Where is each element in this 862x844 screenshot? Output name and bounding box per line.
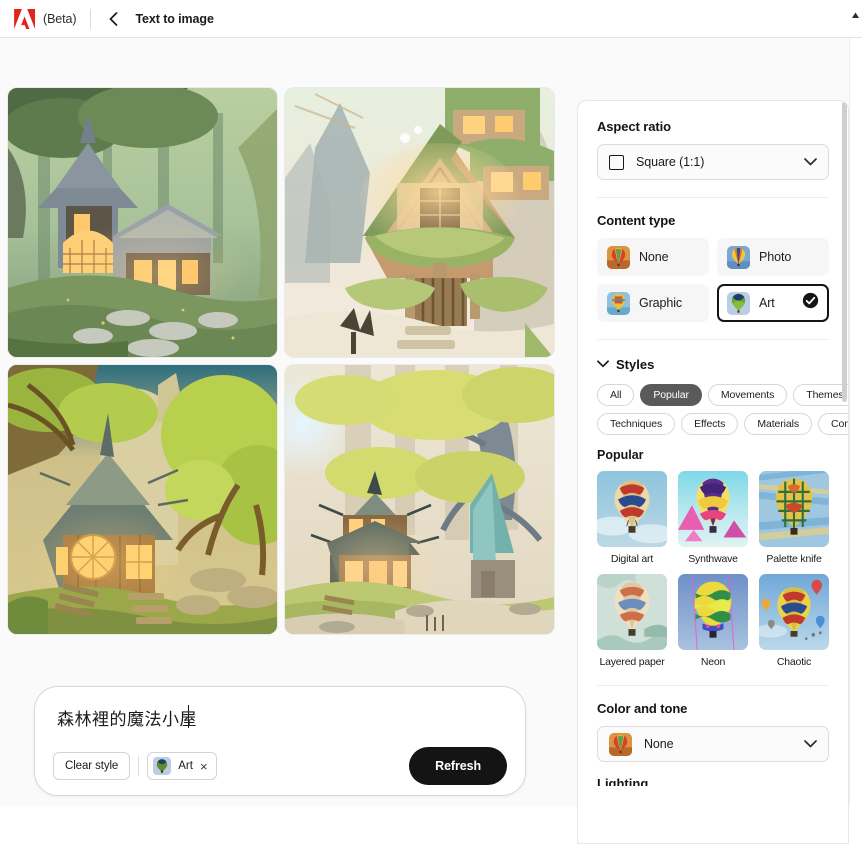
chevron-down-icon	[804, 735, 817, 753]
style-label-layered-paper: Layered paper	[599, 656, 665, 668]
lighting-title: Lighting	[597, 776, 649, 786]
panel-divider-3	[597, 685, 829, 686]
style-thumbnail-synthwave	[678, 471, 748, 547]
content-type-photo[interactable]: Photo	[717, 238, 829, 276]
styles-filter-all[interactable]: All	[597, 384, 635, 406]
panel-divider-2	[597, 339, 829, 340]
styles-filter-techniques[interactable]: Techniques	[597, 413, 676, 435]
style-label-synthwave: Synthwave	[688, 553, 738, 565]
chevron-down-icon	[804, 153, 817, 171]
generated-image-2[interactable]	[285, 88, 554, 357]
beta-label: (Beta)	[43, 11, 77, 26]
aspect-ratio-dropdown[interactable]: Square (1:1)	[597, 144, 829, 180]
content-type-grid: None Photo Graphic Art	[597, 238, 829, 322]
style-layered-paper[interactable]: Layered paper	[597, 574, 667, 668]
aspect-ratio-title: Aspect ratio	[597, 119, 671, 134]
adobe-logo	[14, 8, 36, 29]
panel-divider-1	[597, 197, 829, 198]
clear-style-button[interactable]: Clear style	[53, 752, 131, 780]
style-chip-thumbnail	[153, 757, 172, 775]
color-and-tone-title: Color and tone	[597, 701, 688, 716]
style-label-neon: Neon	[700, 656, 726, 668]
styles-group-title: Popular	[597, 448, 644, 462]
styles-filter-themes[interactable]: Themes	[793, 384, 848, 406]
style-chip-label: Art	[178, 760, 193, 772]
content-type-art[interactable]: Art	[717, 284, 829, 322]
window-scrollbar[interactable]	[849, 38, 862, 806]
balloon-thumbnail-color-tone	[609, 732, 632, 756]
styles-filter-effects[interactable]: Effects	[681, 413, 739, 435]
style-label-palette-knife: Palette knife	[766, 553, 822, 565]
refresh-button[interactable]: Refresh	[409, 747, 507, 785]
header-divider	[90, 8, 92, 29]
check-circle-icon	[802, 292, 819, 314]
generated-image-3[interactable]	[8, 365, 277, 634]
balloon-thumbnail-art	[727, 291, 750, 315]
balloon-thumbnail-none	[607, 245, 630, 269]
styles-filter-popular[interactable]: Popular	[640, 384, 702, 406]
chip-divider	[138, 756, 140, 776]
balloon-thumbnail-photo	[727, 245, 750, 269]
styles-title: Styles	[616, 356, 655, 372]
styles-grid: Digital art Synthwave Palette knife Laye…	[597, 471, 829, 668]
style-palette-knife[interactable]: Palette knife	[759, 471, 829, 565]
scroll-up-icon[interactable]	[849, 8, 862, 22]
content-type-photo-label: Photo	[759, 250, 792, 264]
style-thumbnail-palette-knife	[759, 471, 829, 547]
style-neon[interactable]: Neon	[678, 574, 748, 668]
style-thumbnail-chaotic	[759, 574, 829, 650]
page-body: 森林裡的魔法小屋 Clear style Art × Refresh Aspec…	[0, 38, 849, 844]
balloon-thumbnail-graphic	[607, 291, 630, 315]
styles-filter-movements[interactable]: Movements	[707, 384, 788, 406]
prompt-controls: Clear style Art × Refresh	[53, 747, 507, 785]
close-icon[interactable]: ×	[200, 760, 208, 773]
style-thumbnail-digital-art	[597, 471, 667, 547]
chevron-left-icon	[109, 11, 118, 26]
style-digital-art[interactable]: Digital art	[597, 471, 667, 565]
app-header: (Beta) Text to image	[0, 0, 862, 38]
content-type-title: Content type	[597, 213, 676, 228]
style-chaotic[interactable]: Chaotic	[759, 574, 829, 668]
text-cursor	[188, 705, 189, 728]
prompt-bar[interactable]: 森林裡的魔法小屋 Clear style Art × Refresh	[34, 686, 526, 796]
settings-panel: Aspect ratio Square (1:1) Content type N…	[577, 100, 849, 844]
style-label-chaotic: Chaotic	[776, 656, 812, 668]
styles-filter-materials[interactable]: Materials	[744, 413, 813, 435]
generated-image-1[interactable]	[8, 88, 277, 357]
style-synthwave[interactable]: Synthwave	[678, 471, 748, 565]
style-thumbnail-layered-paper	[597, 574, 667, 650]
style-thumbnail-neon	[678, 574, 748, 650]
content-type-none[interactable]: None	[597, 238, 709, 276]
chevron-down-icon	[597, 355, 609, 373]
content-type-none-label: None	[639, 250, 669, 264]
content-type-art-label: Art	[759, 296, 775, 310]
square-icon	[609, 154, 624, 170]
generated-image-4[interactable]	[285, 365, 554, 634]
back-button[interactable]	[104, 9, 122, 29]
aspect-ratio-value: Square (1:1)	[636, 155, 705, 169]
panel-scrollbar[interactable]	[842, 102, 847, 843]
styles-filter-row-2: Techniques Effects Materials Concepts	[597, 413, 848, 435]
panel-scrollbar-thumb[interactable]	[842, 102, 847, 402]
color-and-tone-value: None	[644, 737, 674, 751]
prompt-input[interactable]: 森林裡的魔法小屋	[57, 705, 197, 730]
page-title: Text to image	[135, 11, 214, 26]
styles-section-header[interactable]: Styles	[597, 355, 829, 373]
content-type-graphic[interactable]: Graphic	[597, 284, 709, 322]
content-type-graphic-label: Graphic	[639, 296, 683, 310]
style-label-digital-art: Digital art	[610, 553, 654, 565]
styles-filter-row-1: All Popular Movements Themes	[597, 384, 848, 406]
applied-style-chip[interactable]: Art ×	[147, 752, 217, 780]
color-and-tone-dropdown[interactable]: None	[597, 726, 829, 762]
results-grid	[8, 88, 565, 645]
